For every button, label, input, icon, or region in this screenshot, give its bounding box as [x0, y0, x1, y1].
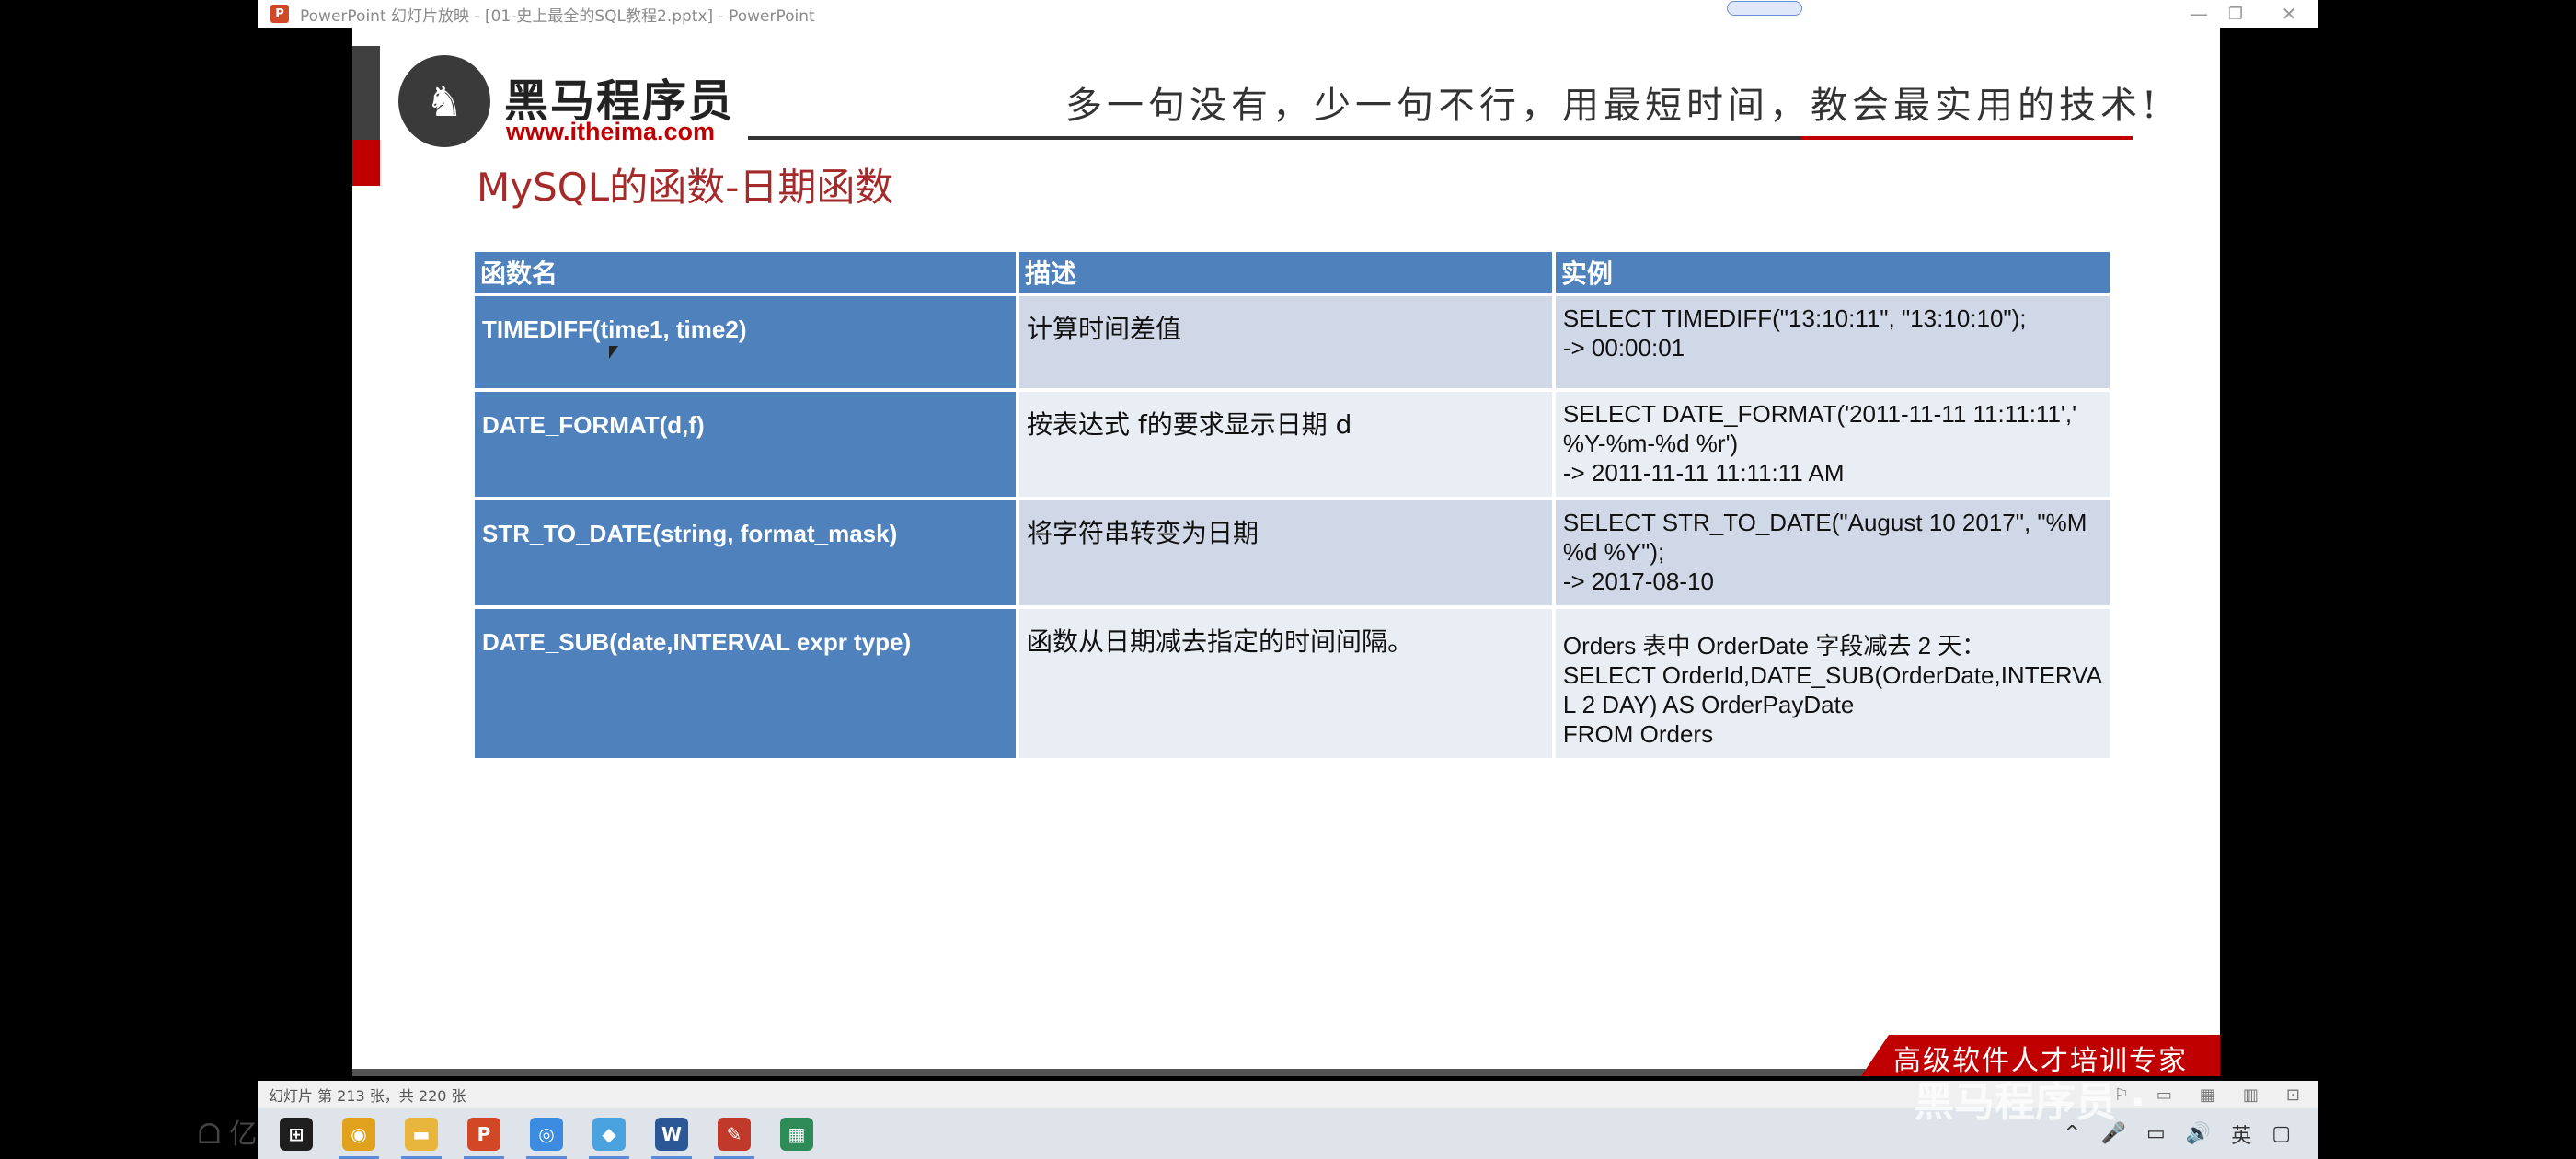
- notification-icon[interactable]: ▢: [2271, 1122, 2291, 1145]
- chrome-icon: ◉: [342, 1117, 375, 1151]
- column-header-example: 实例: [1555, 252, 2110, 293]
- table-row: DATE_SUB(date,INTERVAL expr type) 函数从日期减…: [475, 609, 2110, 758]
- horse-logo-icon: ♞: [398, 55, 490, 147]
- chart-app-icon: ▦: [780, 1117, 813, 1151]
- header-slogan: 多一句没有，少一句不行，用最短时间，教会最实用的技术!: [1065, 85, 2162, 127]
- function-description: 函数从日期减去指定的时间间隔。: [1018, 609, 1552, 758]
- slide-counter: 幻灯片 第 213 张，共 220 张: [269, 1087, 466, 1105]
- taskbar-app[interactable]: ◆: [581, 1108, 637, 1159]
- example-line: L 2 DAY) AS OrderPayDate: [1562, 691, 1855, 718]
- pen-tool-icon: ✎: [718, 1117, 751, 1151]
- window-title: PowerPoint 幻灯片放映 - [01-史上最全的SQL教程2.pptx]…: [300, 6, 815, 26]
- taskbar-app[interactable]: W: [644, 1108, 699, 1159]
- example-line: Orders 表中 OrderDate 字段减去 2 天：: [1562, 632, 1986, 660]
- volume-icon[interactable]: 🔊: [2186, 1122, 2211, 1145]
- slide-title: MySQL的函数-日期函数: [477, 165, 894, 210]
- restore-icon: ❐: [2227, 4, 2244, 24]
- table-header-row: 函数名 描述 实例: [475, 252, 2110, 293]
- windows-start-icon: ⊞: [280, 1117, 313, 1151]
- close-icon: ✕: [2281, 3, 2297, 25]
- taskbar-app[interactable]: ▦: [769, 1108, 824, 1159]
- window-titlebar: P PowerPoint 幻灯片放映 - [01-史上最全的SQL教程2.ppt…: [258, 0, 2318, 28]
- brand-url: www.itheima.com: [506, 118, 716, 145]
- browser-icon: ◎: [530, 1117, 563, 1151]
- column-header-desc: 描述: [1018, 252, 1552, 293]
- slide[interactable]: ♞ 黑马程序员 www.itheima.com 多一句没有，少一句不行，用最短时…: [352, 28, 2220, 1076]
- word-icon: W: [655, 1117, 688, 1151]
- function-example: SELECT TIMEDIFF("13:10:11", "13:10:10");…: [1555, 296, 2110, 388]
- date-functions-table: 函数名 描述 实例 TIMEDIFF(time1, time2) 计算时间差值 …: [471, 248, 2113, 762]
- slideshow-icon[interactable]: ⊡: [2286, 1085, 2300, 1105]
- function-example: SELECT STR_TO_DATE("August 10 2017", "%M…: [1555, 500, 2110, 605]
- header-divider: [748, 136, 1801, 140]
- example-line: -> 2011-11-11 11:11:11 AM: [1562, 459, 1845, 487]
- restore-button[interactable]: ❐: [2208, 0, 2263, 28]
- app-icon: ◆: [592, 1117, 626, 1151]
- taskbar-app[interactable]: ✎: [707, 1108, 762, 1159]
- example-line: SELECT DATE_FORMAT('2011-11-11 11:11:11'…: [1562, 400, 2077, 428]
- taskbar-app[interactable]: ◉: [331, 1108, 386, 1159]
- function-example: SELECT DATE_FORMAT('2011-11-11 11:11:11'…: [1555, 392, 2110, 497]
- watermark-left: ᗝ 亿: [198, 1119, 258, 1151]
- watermark-right: 黑马程序员 ·: [1914, 1079, 2146, 1126]
- file-explorer-icon: ▬: [405, 1117, 438, 1151]
- table-row: TIMEDIFF(time1, time2) 计算时间差值 SELECT TIM…: [475, 296, 2110, 388]
- taskbar-app[interactable]: ◎: [519, 1108, 574, 1159]
- battery-icon[interactable]: ▭: [2146, 1122, 2166, 1145]
- example-line: %d %Y");: [1562, 538, 1665, 566]
- function-example: Orders 表中 OrderDate 字段减去 2 天： SELECT Ord…: [1555, 609, 2110, 758]
- taskbar-app[interactable]: P: [456, 1108, 512, 1159]
- sorter-view-icon[interactable]: ▦: [2200, 1085, 2215, 1105]
- table-row: DATE_FORMAT(d,f) 按表达式 f的要求显示日期 d SELECT …: [475, 392, 2110, 497]
- mouse-cursor-icon: [609, 346, 618, 359]
- taskbar-app[interactable]: ⊞: [269, 1108, 324, 1159]
- function-name: STR_TO_DATE(string, format_mask): [475, 500, 1016, 605]
- example-line: -> 2017-08-10: [1562, 568, 1714, 595]
- table-row: STR_TO_DATE(string, format_mask) 将字符串转变为…: [475, 500, 2110, 605]
- presenter-toolbar-handle[interactable]: [1727, 1, 1802, 16]
- function-name: DATE_FORMAT(d,f): [475, 392, 1016, 497]
- reading-view-icon[interactable]: ▥: [2243, 1085, 2259, 1105]
- function-description: 将字符串转变为日期: [1018, 500, 1552, 605]
- header-divider-accent: [1801, 136, 2133, 140]
- example-line: FROM Orders: [1562, 720, 1714, 748]
- function-description: 按表达式 f的要求显示日期 d: [1018, 392, 1552, 497]
- function-description: 计算时间差值: [1018, 296, 1552, 388]
- powerpoint-icon: P: [270, 5, 289, 23]
- example-line: SELECT OrderId,DATE_SUB(OrderDate,INTERV…: [1562, 661, 2102, 689]
- normal-view-icon[interactable]: ▭: [2156, 1085, 2172, 1105]
- example-line: %Y-%m-%d %r'): [1562, 430, 1739, 457]
- powerpoint-icon: P: [467, 1117, 500, 1151]
- input-method-icon[interactable]: 英: [2231, 1119, 2251, 1149]
- minimize-icon: —: [2190, 3, 2208, 25]
- function-name: DATE_SUB(date,INTERVAL expr type): [475, 609, 1016, 758]
- function-name: TIMEDIFF(time1, time2): [475, 296, 1016, 388]
- header-accent-red: [352, 140, 380, 186]
- taskbar-app[interactable]: ▬: [394, 1108, 449, 1159]
- example-line: SELECT STR_TO_DATE("August 10 2017", "%M: [1562, 509, 2087, 536]
- example-line: SELECT TIMEDIFF("13:10:11", "13:10:10");: [1562, 304, 2027, 332]
- close-button[interactable]: ✕: [2261, 0, 2317, 28]
- column-header-name: 函数名: [475, 252, 1016, 293]
- taskbar-apps: ⊞ ◉ ▬ P ◎ ◆ W ✎ ▦: [269, 1108, 832, 1159]
- example-line: -> 00:00:01: [1562, 334, 1685, 361]
